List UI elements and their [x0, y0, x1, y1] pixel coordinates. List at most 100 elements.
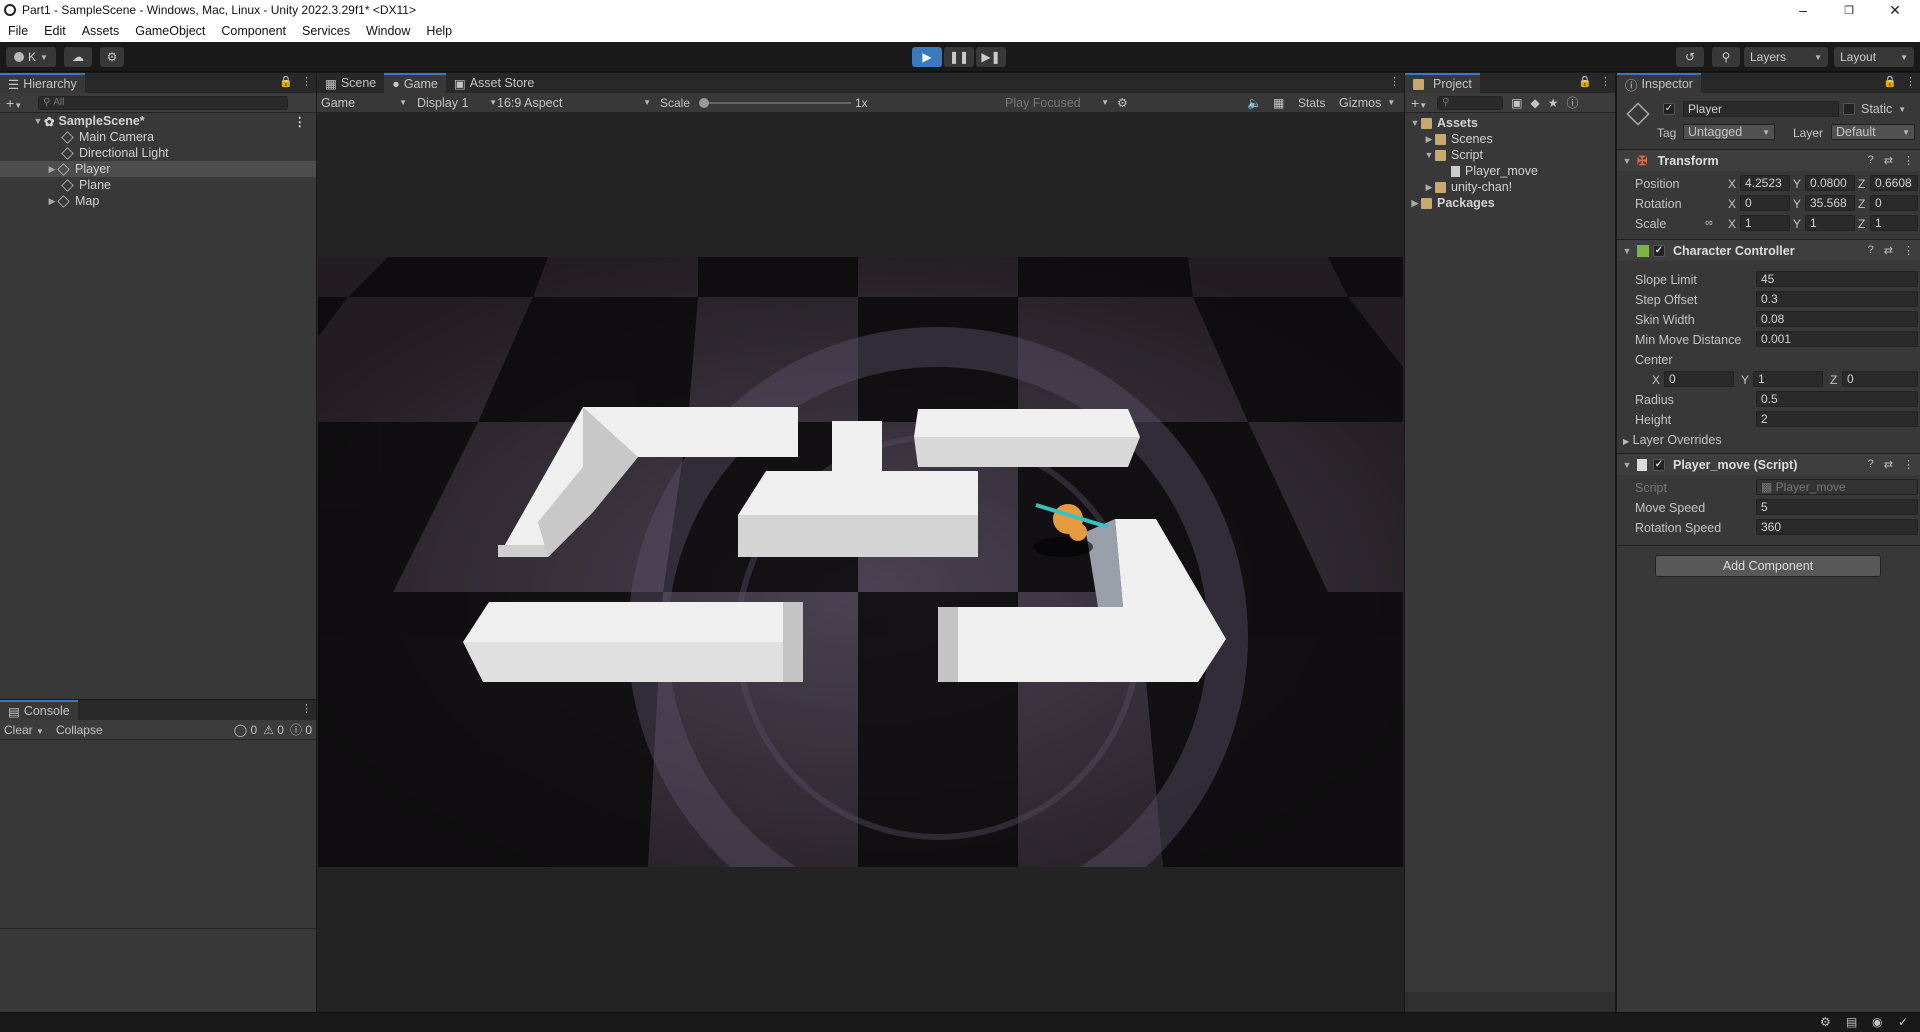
mute-icon[interactable]: 🔈 [1247, 96, 1262, 110]
more-icon[interactable]: ⋮ [1389, 75, 1400, 88]
slope-limit-field[interactable]: 45 [1756, 271, 1918, 287]
layer-dropdown[interactable]: Default ▼ [1831, 124, 1915, 140]
project-scrollbar[interactable] [1405, 992, 1615, 1012]
expand-arrow-icon[interactable]: ▼ [32, 116, 44, 126]
position-z-field[interactable]: 0.6608 [1870, 175, 1918, 191]
history-button[interactable]: ↺ [1676, 47, 1704, 67]
tab-game[interactable]: ● Game [384, 73, 446, 93]
step-button[interactable]: ▶❚ [976, 47, 1006, 67]
help-icon[interactable]: ? [1868, 458, 1874, 471]
tab-console[interactable]: ▤ Console [0, 700, 78, 720]
center-z-field[interactable]: 0 [1842, 371, 1918, 387]
layout-dropdown[interactable]: Layout ▼ [1834, 47, 1914, 67]
tab-asset-store[interactable]: ▣ Asset Store [446, 73, 542, 93]
menu-services[interactable]: Services [294, 24, 358, 38]
step-offset-field[interactable]: 0.3 [1756, 291, 1918, 307]
scene-row[interactable]: ▼ ✿ SampleScene* ⋮ [0, 113, 316, 129]
more-icon[interactable]: ⋮ [301, 702, 312, 715]
add-button[interactable]: +▼ [6, 95, 22, 111]
static-checkbox[interactable] [1843, 103, 1855, 115]
script-enabled-checkbox[interactable]: ✓ [1653, 458, 1665, 471]
add-component-button[interactable]: Add Component [1655, 555, 1881, 577]
tab-scene[interactable]: ▦ Scene [317, 73, 384, 93]
menu-gameobject[interactable]: GameObject [127, 24, 213, 38]
more-icon[interactable]: ⋮ [294, 114, 307, 129]
log-count[interactable]: ◯ 0 [234, 723, 257, 737]
menu-assets[interactable]: Assets [74, 24, 128, 38]
cc-enabled-checkbox[interactable]: ✓ [1653, 244, 1665, 257]
hierarchy-item-main-camera[interactable]: Main Camera [0, 129, 316, 145]
more-icon[interactable]: ⋮ [301, 75, 312, 88]
pause-button[interactable]: ❚❚ [944, 47, 974, 67]
scale-x-field[interactable]: 1 [1740, 215, 1790, 231]
slider-thumb[interactable] [699, 98, 709, 108]
error-count[interactable]: ⓘ 0 [290, 721, 312, 738]
warning-count[interactable]: ⚠ 0 [263, 723, 284, 737]
check-icon[interactable]: ✓ [1898, 1015, 1908, 1029]
bug-icon[interactable]: ◉ [1872, 1015, 1882, 1029]
more-icon[interactable]: ⋮ [1903, 244, 1914, 257]
create-button[interactable]: +▼ [1411, 95, 1427, 111]
grid-toggle-icon[interactable]: ▦ [1273, 96, 1284, 110]
center-x-field[interactable]: 0 [1664, 371, 1734, 387]
constrain-proportions-icon[interactable]: ∞ [1705, 217, 1713, 229]
move-speed-field[interactable]: 5 [1756, 499, 1918, 515]
lock-icon[interactable]: 🔒 [1883, 75, 1897, 88]
menu-help[interactable]: Help [418, 24, 460, 38]
layers-dropdown[interactable]: Layers ▼ [1744, 47, 1828, 67]
game-view-dropdown[interactable]: Game ▼ [321, 96, 407, 110]
player-move-header[interactable]: ▼ ✓ Player_move (Script) ? ⇄ ⋮ [1617, 453, 1920, 475]
tab-hierarchy[interactable]: ☰ Hierarchy [0, 73, 85, 93]
display-dropdown[interactable]: Display 1 ▼ [417, 96, 497, 110]
preset-icon[interactable]: ⇄ [1884, 244, 1893, 257]
menu-edit[interactable]: Edit [36, 24, 74, 38]
lock-icon[interactable]: 🔒 [279, 75, 293, 88]
hidden-packages-icon[interactable]: ⓘ [1566, 94, 1578, 111]
gizmos-dropdown[interactable]: Gizmos ▼ [1339, 96, 1395, 110]
scale-y-field[interactable]: 1 [1805, 215, 1855, 231]
account-dropdown[interactable]: K ▼ [6, 47, 56, 67]
filter-label-icon[interactable]: ◆ [1530, 96, 1539, 110]
filter-type-icon[interactable]: ▣ [1511, 96, 1522, 110]
tab-inspector[interactable]: ⓘ Inspector [1617, 73, 1701, 93]
more-icon[interactable]: ⋮ [1600, 75, 1611, 88]
tag-dropdown[interactable]: Untagged ▼ [1683, 124, 1775, 140]
preset-icon[interactable]: ⇄ [1884, 154, 1893, 167]
hierarchy-item-plane[interactable]: Plane [0, 177, 316, 193]
rotation-z-field[interactable]: 0 [1870, 195, 1918, 211]
height-field[interactable]: 2 [1756, 411, 1918, 427]
play-button[interactable]: ▶ [912, 47, 942, 67]
help-icon[interactable]: ? [1868, 244, 1874, 257]
hierarchy-item-player[interactable]: ▶ Player [0, 161, 316, 177]
more-icon[interactable]: ⋮ [1903, 154, 1914, 167]
scale-slider[interactable] [699, 98, 851, 108]
stack-icon[interactable]: ▤ [1846, 1015, 1857, 1029]
preset-icon[interactable]: ⇄ [1884, 458, 1893, 471]
project-item-player-move[interactable]: Player_move [1405, 163, 1615, 179]
project-item-unitychan[interactable]: ▶ unity-chan! [1405, 179, 1615, 195]
rotation-y-field[interactable]: 35.568 [1805, 195, 1855, 211]
menu-component[interactable]: Component [213, 24, 294, 38]
cloud-button[interactable]: ☁ [64, 47, 92, 67]
more-icon[interactable]: ⋮ [1903, 458, 1914, 471]
project-item-script[interactable]: ▼ Script [1405, 147, 1615, 163]
object-name-field[interactable]: Player [1683, 101, 1839, 117]
help-icon[interactable]: ? [1868, 154, 1874, 167]
hierarchy-item-directional-light[interactable]: Directional Light [0, 145, 316, 161]
aspect-dropdown[interactable]: 16:9 Aspect ▼ [497, 96, 651, 110]
search-button[interactable]: ⚲ [1712, 47, 1740, 67]
hierarchy-search-input[interactable]: ⚲ All [38, 95, 289, 110]
character-controller-header[interactable]: ▼ ✓ Character Controller ? ⇄ ⋮ [1617, 239, 1920, 261]
scale-z-field[interactable]: 1 [1870, 215, 1918, 231]
menu-file[interactable]: File [0, 24, 36, 38]
rotation-x-field[interactable]: 0 [1740, 195, 1790, 211]
collab-button[interactable]: ⚙ [100, 47, 124, 67]
stats-button[interactable]: Stats [1298, 96, 1325, 110]
layer-overrides-foldout[interactable]: ▶ Layer Overrides [1623, 433, 1722, 447]
game-viewport[interactable] [318, 257, 1403, 867]
position-y-field[interactable]: 0.0800 [1805, 175, 1855, 191]
minimize-button[interactable]: – [1781, 0, 1825, 20]
play-focused-dropdown[interactable]: Play Focused ▼ [1005, 96, 1109, 110]
project-item-scenes[interactable]: ▶ Scenes [1405, 131, 1615, 147]
close-button[interactable]: ✕ [1873, 0, 1917, 20]
